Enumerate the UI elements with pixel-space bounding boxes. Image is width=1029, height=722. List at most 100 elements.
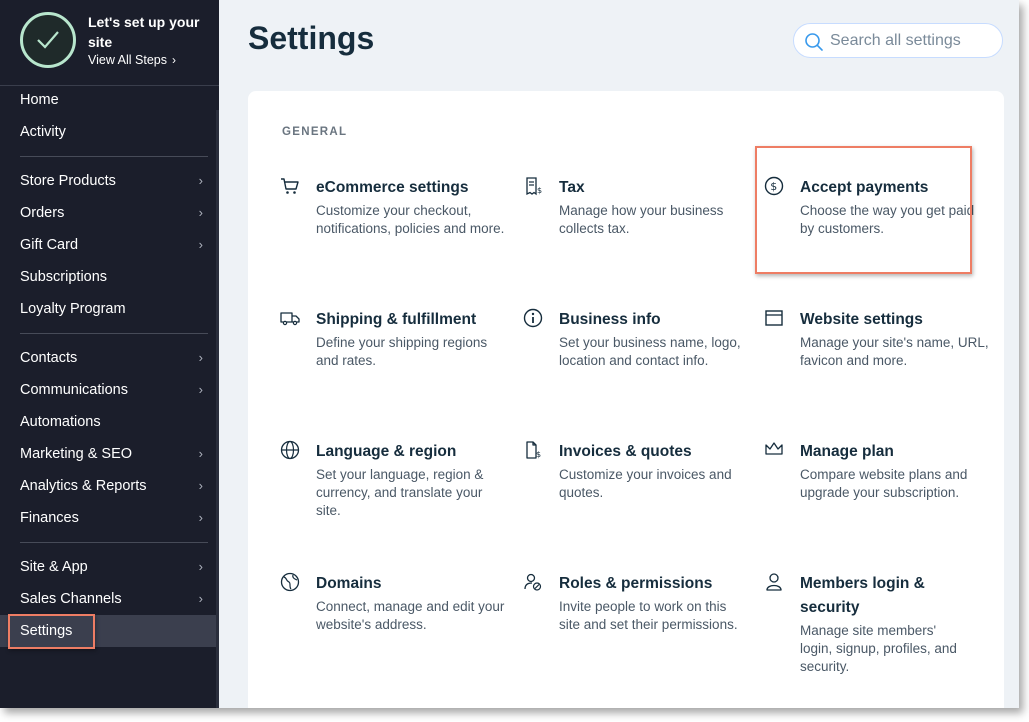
tile-title: Accept payments xyxy=(800,179,929,196)
tile-description: Invite people to work on this site and s… xyxy=(559,599,738,632)
tile-ecommerce-settings[interactable]: eCommerce settings Customize your checko… xyxy=(281,176,506,238)
chevron-right-icon: › xyxy=(198,510,203,525)
sidebar-item-settings[interactable]: Settings xyxy=(0,615,219,647)
chevron-right-icon: › xyxy=(171,53,176,67)
user-permissions-icon xyxy=(524,573,542,591)
sidebar-item-loyalty-program[interactable]: Loyalty Program xyxy=(0,293,219,325)
search-icon xyxy=(805,33,823,51)
sidebar-item-label: Subscriptions xyxy=(20,269,108,285)
sidebar: Let's set up your site View All Steps › H… xyxy=(0,0,219,708)
tile-description: Customize your invoices and quotes. xyxy=(559,467,732,500)
sidebar-item-communications[interactable]: Communications › xyxy=(0,374,219,406)
tile-description: Manage how your business collects tax. xyxy=(559,203,724,236)
sidebar-item-label: Automations xyxy=(20,414,101,430)
tile-business-info[interactable]: Business info Set your business name, lo… xyxy=(523,308,749,370)
sidebar-divider xyxy=(20,156,208,157)
sidebar-item-activity[interactable]: Activity xyxy=(0,116,219,148)
sidebar-item-label: Activity xyxy=(20,124,66,140)
tile-description: Set your business name, logo, location a… xyxy=(559,335,741,368)
sidebar-item-site-app[interactable]: Site & App › xyxy=(0,551,219,583)
tile-title: eCommerce settings xyxy=(316,179,469,196)
tile-language-region[interactable]: Language & region Set your language, reg… xyxy=(280,440,506,520)
sidebar-item-analytics-reports[interactable]: Analytics & Reports › xyxy=(0,470,219,502)
sidebar-item-label: Analytics & Reports xyxy=(20,478,147,494)
info-icon xyxy=(523,308,543,328)
svg-text:$: $ xyxy=(537,186,542,195)
sidebar-item-gift-card[interactable]: Gift Card › xyxy=(0,229,219,261)
setup-title: Let's set up your site xyxy=(88,14,200,50)
tile-title: Business info xyxy=(559,311,661,328)
sidebar-item-label: Settings xyxy=(20,623,73,639)
tile-description: Compare website plans and upgrade your s… xyxy=(800,467,968,500)
sidebar-item-label: Finances xyxy=(20,510,79,526)
sidebar-item-label: Loyalty Program xyxy=(20,301,126,317)
sidebar-divider xyxy=(20,333,208,334)
browser-window-icon xyxy=(765,310,783,326)
tile-description: Set your language, region & currency, an… xyxy=(316,467,484,518)
page-title: Settings xyxy=(248,20,375,56)
member-icon xyxy=(766,573,782,591)
tile-description: Choose the way you get paid by customers… xyxy=(800,203,975,236)
sidebar-item-label: Home xyxy=(20,92,59,108)
tile-title: Members login & security xyxy=(800,575,925,616)
tile-title: Roles & permissions xyxy=(559,575,713,592)
sidebar-item-label: Site & App xyxy=(20,559,88,575)
tile-roles-permissions[interactable]: Roles & permissions Invite people to wor… xyxy=(524,572,749,634)
chevron-right-icon: › xyxy=(198,591,203,606)
tile-website-settings[interactable]: Website settings Manage your site's name… xyxy=(765,308,990,370)
sidebar-scrollbar[interactable] xyxy=(216,110,219,708)
tile-title: Language & region xyxy=(316,443,457,460)
tile-accept-payments[interactable]: $ Accept payments Choose the way you get… xyxy=(764,176,990,238)
sidebar-item-store-products[interactable]: Store Products › xyxy=(0,165,219,197)
chevron-right-icon: › xyxy=(198,446,203,461)
sidebar-item-finances[interactable]: Finances › xyxy=(0,502,219,534)
chevron-right-icon: › xyxy=(198,350,203,365)
sidebar-item-contacts[interactable]: Contacts › xyxy=(0,342,219,374)
tile-description: Define your shipping regions and rates. xyxy=(316,335,488,368)
crown-icon xyxy=(765,442,783,455)
dollar-circle-icon: $ xyxy=(764,176,784,196)
sidebar-item-label: Communications xyxy=(20,382,128,398)
tile-title: Invoices & quotes xyxy=(559,443,692,460)
sidebar-item-orders[interactable]: Orders › xyxy=(0,197,219,229)
search-input[interactable] xyxy=(830,30,998,52)
cart-icon xyxy=(281,178,299,194)
app-window: Let's set up your site View All Steps › H… xyxy=(0,0,1019,708)
svg-text:$: $ xyxy=(536,450,541,459)
tile-description: Customize your checkout, notifications, … xyxy=(316,203,505,236)
domain-globe-icon xyxy=(280,572,300,592)
sidebar-item-sales-channels[interactable]: Sales Channels › xyxy=(0,583,219,615)
tile-shipping-fulfillment[interactable]: Shipping & fulfillment Define your shipp… xyxy=(280,308,506,370)
tile-title: Domains xyxy=(316,575,382,592)
globe-icon xyxy=(280,440,300,460)
chevron-right-icon: › xyxy=(198,237,203,252)
sidebar-divider xyxy=(20,542,208,543)
tile-description: Manage your site's name, URL, favicon an… xyxy=(800,335,989,368)
chevron-right-icon: › xyxy=(198,173,203,188)
tile-domains[interactable]: Domains Connect, manage and edit your we… xyxy=(280,572,506,634)
sidebar-item-subscriptions[interactable]: Subscriptions xyxy=(0,261,219,293)
tile-description: Connect, manage and edit your website's … xyxy=(316,599,505,632)
tile-title: Manage plan xyxy=(800,443,894,460)
sidebar-item-label: Contacts xyxy=(20,350,78,366)
tile-manage-plan[interactable]: Manage plan Compare website plans and up… xyxy=(765,440,990,502)
svg-text:$: $ xyxy=(770,180,777,193)
chevron-right-icon: › xyxy=(198,382,203,397)
tile-members-login-security[interactable]: Members login & security Manage site mem… xyxy=(766,572,972,676)
tile-title: Shipping & fulfillment xyxy=(316,311,477,328)
sidebar-item-home[interactable]: Home xyxy=(0,84,219,116)
setup-progress[interactable]: Let's set up your site View All Steps › xyxy=(0,0,219,86)
search-box[interactable] xyxy=(793,23,1003,58)
tile-invoices-quotes[interactable]: $ Invoices & quotes Customize your invoi… xyxy=(526,440,749,502)
view-all-steps-link[interactable]: View All Steps › xyxy=(88,52,176,68)
sidebar-item-automations[interactable]: Automations xyxy=(0,406,219,438)
tile-tax[interactable]: $ Tax Manage how your business collects … xyxy=(526,176,749,238)
tile-description: Manage site members' login, signup, prof… xyxy=(800,623,957,674)
truck-icon xyxy=(280,312,300,326)
sidebar-item-label: Sales Channels xyxy=(20,591,122,607)
section-title: GENERAL xyxy=(282,126,348,138)
sidebar-item-label: Marketing & SEO xyxy=(20,446,133,462)
view-all-steps-label: View All Steps xyxy=(88,53,167,67)
sidebar-item-marketing-seo[interactable]: Marketing & SEO › xyxy=(0,438,219,470)
invoice-icon: $ xyxy=(526,441,541,459)
